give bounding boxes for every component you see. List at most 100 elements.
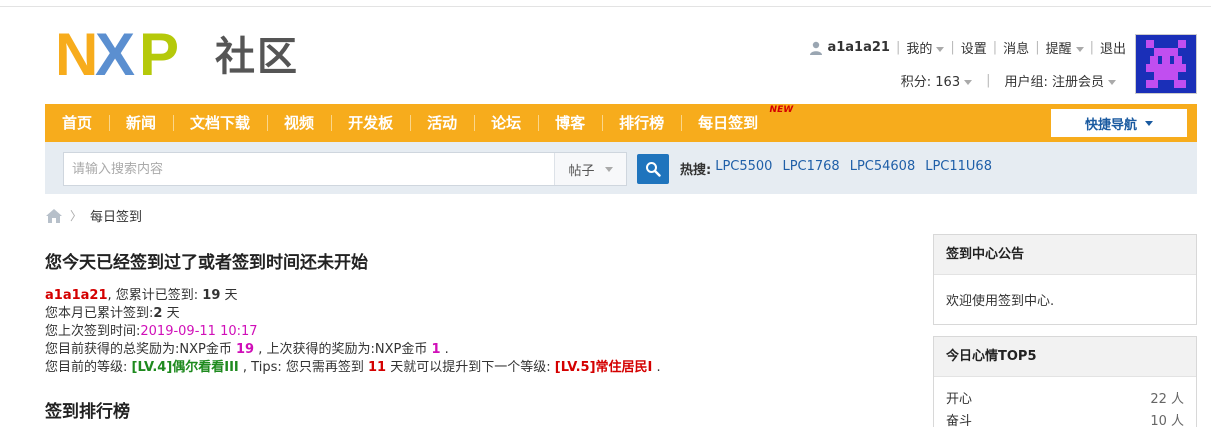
mood-list: 开心 22 人 奋斗 10 人 — [934, 377, 1196, 427]
status-text: , 您累计已签到: — [107, 288, 203, 303]
total-reward: 19 — [235, 342, 255, 357]
search-box: 帖子 — [63, 152, 627, 186]
user-stats-bar: 积分: 163 | 用户组: 注册会员 — [901, 71, 1116, 90]
breadcrumb-current[interactable]: 每日签到 — [90, 206, 142, 225]
search-input[interactable] — [64, 153, 554, 185]
my-menu-label: 我的 — [906, 42, 933, 57]
next-level: [LV.5]常住居民I — [554, 360, 653, 375]
breadcrumb-separator: 〉 — [70, 209, 83, 223]
mood-panel-title: 今日心情TOP5 — [934, 337, 1196, 377]
days-needed: 11 — [368, 360, 387, 375]
separator: | — [1089, 40, 1094, 55]
nav-item-events[interactable]: 活动 — [410, 104, 474, 142]
nav-item-home[interactable]: 首页 — [45, 104, 109, 142]
avatar[interactable] — [1135, 34, 1197, 94]
status-text: . — [652, 360, 661, 375]
reminders-label: 提醒 — [1045, 42, 1072, 57]
breadcrumb: 〉 每日签到 — [46, 206, 142, 225]
username-link[interactable]: a1a1a21 — [827, 40, 890, 55]
notice-panel-title: 签到中心公告 — [934, 235, 1196, 275]
messages-link[interactable]: 消息 — [1003, 38, 1029, 57]
status-text: 您本月已累计签到: — [45, 306, 154, 321]
last-reward: 1 — [431, 342, 441, 357]
search-type-label: 帖子 — [568, 163, 595, 179]
pixel-avatar-icon — [1146, 40, 1186, 88]
mood-name: 奋斗 — [946, 414, 973, 427]
separator: | — [986, 73, 991, 88]
mood-panel: 今日心情TOP5 开心 22 人 奋斗 10 人 — [933, 336, 1197, 427]
mood-count: 22 人 — [1150, 392, 1184, 407]
search-button[interactable] — [637, 154, 669, 184]
settings-link[interactable]: 设置 — [961, 38, 987, 57]
separator: | — [992, 40, 998, 55]
separator: | — [950, 40, 955, 55]
logo-subtitle: 社区 — [215, 34, 299, 80]
chevron-down-icon — [1145, 120, 1153, 126]
hot-keyword[interactable]: LPC1768 — [782, 159, 839, 178]
search-band: 帖子 热搜: LPC5500 LPC1768 LPC54608 LPC11U68 — [45, 142, 1197, 194]
hot-search-label: 热搜: — [680, 163, 712, 178]
points-menu[interactable]: 积分: 163 — [900, 71, 973, 90]
nav-item-forum[interactable]: 论坛 — [474, 104, 538, 142]
svg-text:N: N — [55, 25, 98, 81]
quick-nav-label: 快捷导航 — [1084, 117, 1137, 133]
status-text: 您目前获得的总奖励为:NXP金币 — [45, 342, 236, 357]
status-line-reward: 您目前获得的总奖励为:NXP金币 19 , 上次获得的奖励为:NXP金币 1 . — [45, 341, 905, 359]
last-signin-time: 2019-09-11 10:17 — [140, 324, 258, 339]
nxp-logo-icon: N X P — [55, 25, 179, 81]
status-text: . — [440, 342, 449, 357]
svg-text:P: P — [139, 25, 179, 81]
top-divider — [0, 6, 1211, 7]
new-badge: NEW — [769, 105, 794, 115]
list-item: 奋斗 10 人 — [946, 411, 1184, 427]
status-line-month: 您本月已累计签到:2 天 — [45, 305, 905, 323]
nav-item-videos[interactable]: 视频 — [267, 104, 331, 142]
user-menu-bar: a1a1a21 | 我的 | 设置 | 消息 | 提醒 | 退出 — [809, 38, 1126, 57]
status-text: , Tips: 您只需再签到 — [238, 360, 369, 375]
user-icon — [810, 41, 823, 55]
my-menu[interactable]: 我的 — [906, 38, 945, 57]
current-level: [LV.4]偶尔看看III — [131, 360, 239, 375]
status-text: 天就可以提升到下一个等级: — [386, 360, 555, 375]
notice-panel-text: 欢迎使用签到中心. — [946, 294, 1055, 309]
status-line-level: 您目前的等级: [LV.4]偶尔看看III , Tips: 您只需再签到 11 … — [45, 359, 905, 377]
site-logo[interactable]: N X P 社区 — [55, 24, 299, 82]
nav-item-downloads[interactable]: 文档下载 — [173, 104, 267, 142]
nav-item-ranking[interactable]: 排行榜 — [602, 104, 681, 142]
nav-item-news[interactable]: 新闻 — [109, 104, 173, 142]
status-text: 您目前的等级: — [45, 360, 132, 375]
chevron-down-icon — [964, 80, 973, 85]
chevron-down-icon — [936, 47, 945, 52]
user-group-menu[interactable]: 用户组: 注册会员 — [1004, 71, 1116, 90]
username-link[interactable]: a1a1a21 — [45, 288, 108, 303]
reminders-menu[interactable]: 提醒 — [1046, 38, 1084, 57]
search-type-select[interactable]: 帖子 — [554, 153, 626, 185]
status-line-total: a1a1a21, 您累计已签到: 19 天 — [45, 287, 905, 305]
nav-item-daily-signin[interactable]: 每日签到 NEW — [681, 104, 793, 142]
nav-item-devboards[interactable]: 开发板 — [331, 104, 410, 142]
logout-link[interactable]: 退出 — [1100, 38, 1126, 57]
mood-count: 10 人 — [1150, 414, 1184, 427]
home-icon[interactable] — [46, 208, 62, 223]
notice-panel: 签到中心公告 欢迎使用签到中心. — [933, 234, 1197, 325]
nav-item-daily-signin-label: 每日签到 — [698, 114, 759, 132]
quick-nav-button[interactable]: 快捷导航 — [1051, 109, 1187, 137]
status-text: 天 — [220, 288, 238, 303]
main-nav: 首页 新闻 文档下载 视频 开发板 活动 论坛 博客 排行榜 每日签到 NEW … — [45, 104, 1197, 142]
status-text: , 上次获得的奖励为:NXP金币 — [254, 342, 432, 357]
separator: | — [1035, 40, 1040, 55]
hot-keyword[interactable]: LPC5500 — [715, 159, 772, 178]
hot-search: 热搜: LPC5500 LPC1768 LPC54608 LPC11U68 — [680, 159, 1002, 178]
mood-name: 开心 — [946, 392, 973, 407]
hot-keyword[interactable]: LPC11U68 — [925, 159, 992, 178]
nav-item-blog[interactable]: 博客 — [538, 104, 602, 142]
svg-text:X: X — [95, 25, 135, 81]
list-item: 开心 22 人 — [946, 389, 1184, 411]
user-group-label: 用户组: 注册会员 — [1004, 75, 1104, 90]
status-text: 天 — [162, 306, 180, 321]
hot-keyword[interactable]: LPC54608 — [850, 159, 916, 178]
points-label: 积分: 163 — [900, 75, 961, 90]
page-title: 您今天已经签到过了或者签到时间还未开始 — [45, 253, 368, 273]
total-days: 19 — [202, 288, 221, 303]
signin-status: 您今天已经签到过了或者签到时间还未开始 a1a1a21, 您累计已签到: 19 … — [45, 248, 905, 422]
